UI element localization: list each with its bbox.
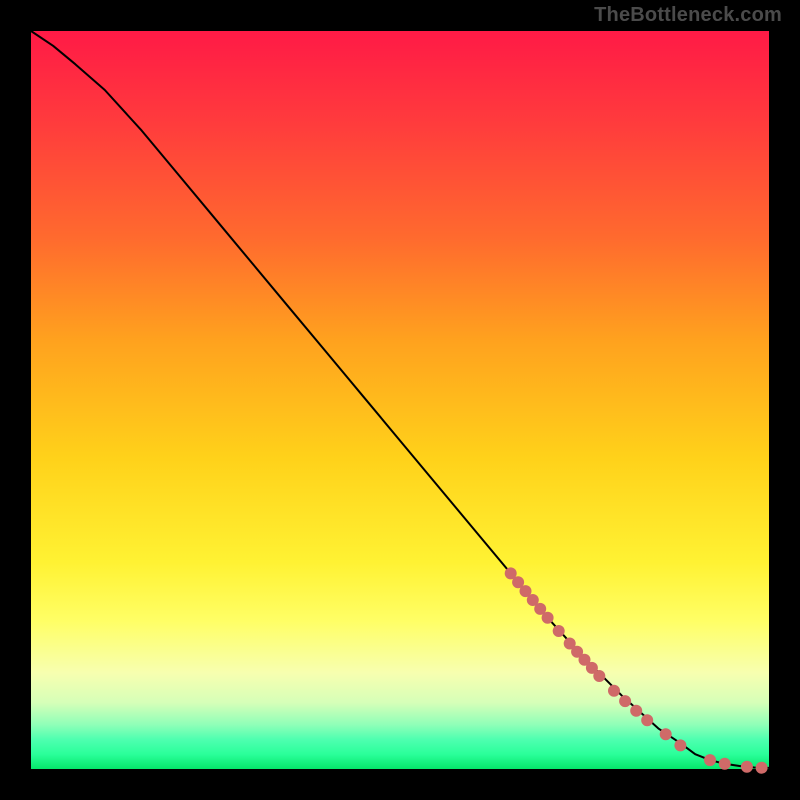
chart-frame: TheBottleneck.com	[0, 0, 800, 800]
marker-group	[505, 567, 768, 773]
marker-dot	[641, 714, 653, 726]
marker-dot	[553, 625, 565, 637]
marker-dot	[674, 739, 686, 751]
marker-dot	[660, 728, 672, 740]
chart-svg	[31, 31, 769, 769]
watermark-text: TheBottleneck.com	[594, 4, 782, 27]
marker-dot	[719, 758, 731, 770]
marker-dot	[593, 670, 605, 682]
marker-dot	[542, 612, 554, 624]
marker-dot	[741, 761, 753, 773]
curve-line	[31, 31, 769, 768]
marker-dot	[608, 685, 620, 697]
marker-dot	[619, 695, 631, 707]
plot-area	[31, 31, 769, 769]
marker-dot	[630, 705, 642, 717]
marker-dot	[756, 762, 768, 774]
marker-dot	[704, 754, 716, 766]
